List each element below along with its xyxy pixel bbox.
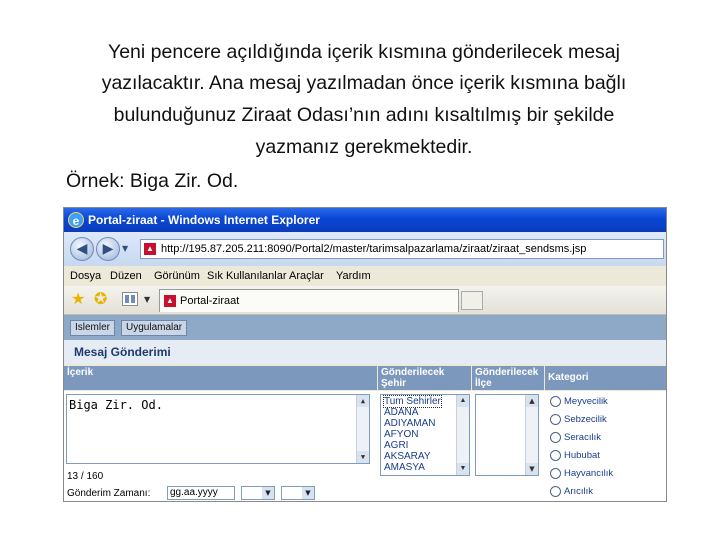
- category-label: Arıcılık: [564, 486, 594, 497]
- category-header: Kategori: [545, 366, 666, 390]
- city-item-afyon[interactable]: AFYON: [384, 429, 418, 440]
- address-row: ◀ ▶ ▼ ▲ http://195.87.205.211:8090/Porta…: [64, 232, 666, 266]
- minute-select[interactable]: ▼: [281, 486, 315, 500]
- radio-icon: [550, 414, 561, 425]
- city-scrollbar[interactable]: ▲ ▼: [456, 395, 469, 475]
- city-header: Gönderilecek Şehir: [378, 366, 471, 390]
- city-item-all[interactable]: Tum Sehirler: [383, 395, 442, 408]
- city-header-line1: Gönderilecek: [381, 367, 445, 378]
- radio-icon: [550, 486, 561, 497]
- app-nav: Islemler Uygulamalar: [64, 315, 666, 340]
- scroll-down-icon[interactable]: ▼: [457, 463, 469, 475]
- scroll-down-icon[interactable]: ▼: [357, 451, 369, 463]
- menu-bar: Dosya Düzen Görünüm Sık Kullanılanlar Ar…: [64, 266, 666, 287]
- city-item-agri[interactable]: AGRI: [384, 440, 408, 451]
- radio-icon: [550, 432, 561, 443]
- category-label: Hayvancılık: [564, 468, 614, 479]
- tab-list-dropdown-icon[interactable]: ▼: [144, 295, 150, 304]
- district-scrollbar[interactable]: ▲ ▼: [525, 395, 538, 475]
- quick-tabs-icon[interactable]: [122, 292, 138, 306]
- scroll-up-icon[interactable]: ▲: [457, 395, 469, 407]
- ie-logo-icon: e: [68, 212, 84, 228]
- send-time-label: Gönderim Zamanı:: [67, 488, 151, 499]
- favorites-star-icon[interactable]: ★: [71, 291, 85, 307]
- add-favorite-icon[interactable]: ✪: [94, 291, 107, 307]
- browser-tab[interactable]: ▲ Portal-ziraat: [159, 289, 459, 312]
- content-header-label: İçerik: [67, 367, 94, 378]
- window-titlebar: e Portal-ziraat - Windows Internet Explo…: [64, 208, 666, 232]
- back-button[interactable]: ◀: [70, 237, 94, 261]
- browser-screenshot: e Portal-ziraat - Windows Internet Explo…: [63, 207, 667, 502]
- city-listbox[interactable]: Tum Sehirler ADANA ADIYAMAN AFYON AGRI A…: [380, 394, 470, 476]
- menu-sik-kullanilanlar[interactable]: Sık Kullanılanlar: [207, 266, 287, 286]
- city-item-adiyaman[interactable]: ADIYAMAN: [384, 418, 436, 429]
- category-label: Seracılık: [564, 432, 601, 443]
- city-item-aksaray[interactable]: AKSARAY: [384, 451, 431, 462]
- new-tab-button[interactable]: [461, 291, 483, 310]
- district-listbox[interactable]: ▲ ▼: [475, 394, 539, 476]
- url-text: http://195.87.205.211:8090/Portal2/maste…: [161, 243, 587, 255]
- category-label: Sebzecilik: [564, 414, 607, 425]
- paragraph-line-4: yazmanız gerekmektedir.: [255, 136, 473, 158]
- city-item-amasya[interactable]: AMASYA: [384, 462, 425, 473]
- page-title: Mesaj Gönderimi: [74, 345, 171, 359]
- forward-button[interactable]: ▶: [96, 237, 120, 261]
- scroll-up-icon[interactable]: ▲: [357, 395, 369, 407]
- nav-tab-uygulamalar[interactable]: Uygulamalar: [121, 320, 188, 336]
- district-header: Gönderilecek İlçe: [472, 366, 544, 390]
- hour-select[interactable]: ▼: [241, 486, 275, 500]
- category-label: Meyvecilik: [564, 396, 608, 407]
- paragraph-line-2: yazılacaktır. Ana mesaj yazılmadan önce …: [101, 72, 627, 94]
- menu-dosya[interactable]: Dosya: [70, 266, 101, 286]
- tab-favicon-icon: ▲: [164, 295, 176, 307]
- city-header-line2: Şehir: [381, 378, 407, 389]
- message-textarea[interactable]: Biga Zir. Od. ▲ ▼: [66, 394, 370, 464]
- district-header-line2: İlçe: [475, 378, 492, 389]
- message-scrollbar[interactable]: ▲ ▼: [356, 395, 369, 463]
- menu-gorunum[interactable]: Görünüm: [154, 266, 200, 286]
- site-favicon-icon: ▲: [144, 243, 156, 255]
- page-title-bar: Mesaj Gönderimi: [64, 340, 666, 364]
- paragraph-line-3: bulunduğunuz Ziraat Odası’nın adını kısa…: [113, 104, 615, 126]
- paragraph-line-1: Yeni pencere açıldığında içerik kısmına …: [108, 41, 620, 63]
- example-text: Örnek: Biga Zir. Od.: [66, 170, 239, 192]
- nav-tab-islemler[interactable]: Islemler: [70, 320, 116, 336]
- tab-title: Portal-ziraat: [180, 295, 240, 307]
- chevron-down-icon: ▼: [302, 487, 314, 499]
- menu-yardim[interactable]: Yardım: [336, 266, 371, 286]
- city-item-adana[interactable]: ADANA: [384, 407, 418, 418]
- category-label: Hububat: [564, 450, 600, 461]
- radio-icon: [550, 450, 561, 461]
- char-count: 13 / 160: [67, 471, 104, 482]
- content-header: İçerik: [64, 366, 377, 390]
- chevron-down-icon: ▼: [262, 487, 274, 499]
- menu-duzen[interactable]: Düzen: [110, 266, 142, 286]
- date-input[interactable]: gg.aa.yyyy: [167, 486, 235, 500]
- message-text: Biga Zir. Od.: [69, 398, 163, 412]
- history-dropdown-icon[interactable]: ▼: [122, 244, 132, 254]
- radio-icon: [550, 396, 561, 407]
- radio-icon: [550, 468, 561, 479]
- scroll-down-icon[interactable]: ▼: [526, 463, 538, 475]
- menu-araclar[interactable]: Araçlar: [289, 266, 324, 286]
- address-bar[interactable]: ▲ http://195.87.205.211:8090/Portal2/mas…: [140, 239, 664, 259]
- district-header-line1: Gönderilecek: [475, 367, 539, 378]
- window-title: Portal-ziraat - Windows Internet Explore…: [88, 213, 320, 227]
- category-header-label: Kategori: [548, 372, 589, 383]
- favorites-row: ★ ✪ ▼ ▲ Portal-ziraat: [64, 286, 666, 315]
- scroll-up-icon[interactable]: ▲: [526, 395, 538, 407]
